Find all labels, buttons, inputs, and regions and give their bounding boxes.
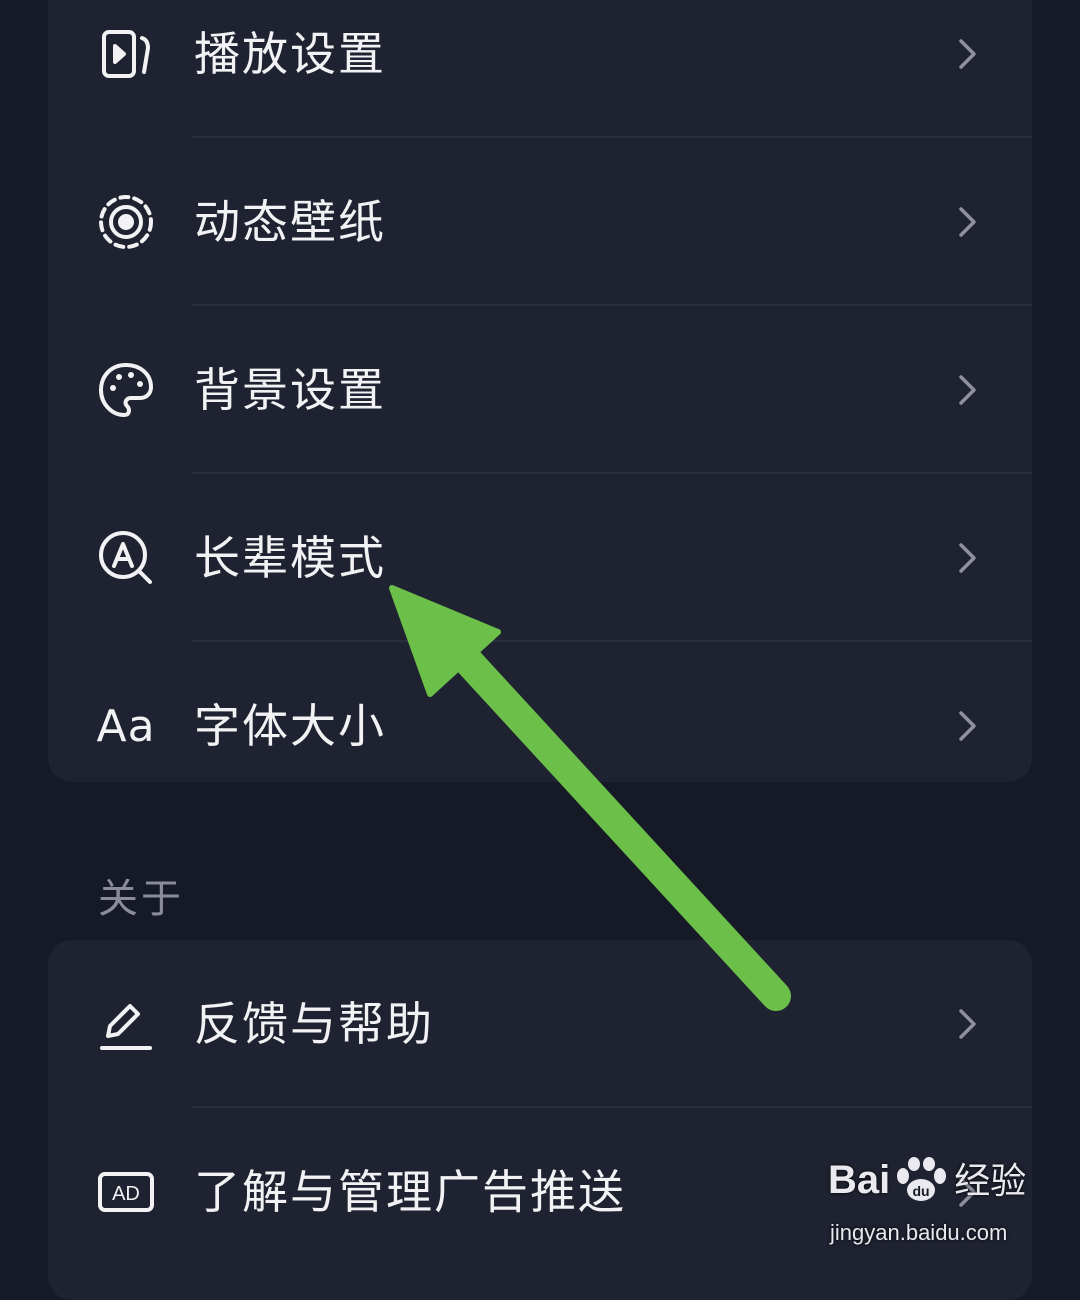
row-play-settings[interactable]: 播放设置 [48, 0, 1032, 138]
live-wallpaper-icon [94, 190, 158, 254]
settings-card: 播放设置 动态壁纸 背景设置 长辈模式 Aa 字体大小 [48, 0, 1032, 782]
row-label: 了解与管理广告推送 [194, 1165, 626, 1219]
row-label: 字体大小 [194, 699, 386, 753]
row-elder-mode[interactable]: 长辈模式 [48, 474, 1032, 642]
row-label: 播放设置 [194, 27, 386, 81]
paw-logo-icon: du [897, 1157, 946, 1201]
chevron-right-icon [950, 37, 984, 71]
row-label: 动态壁纸 [194, 195, 386, 249]
chevron-right-icon [950, 205, 984, 239]
chevron-right-icon [950, 541, 984, 575]
elder-mode-icon [94, 526, 158, 590]
play-settings-icon [94, 22, 158, 86]
ad-icon: AD [94, 1160, 158, 1224]
section-title-about: 关于 [98, 876, 184, 922]
chevron-right-icon [950, 709, 984, 743]
watermark-url: jingyan.baidu.com [830, 1220, 1008, 1245]
palette-icon [94, 358, 158, 422]
chevron-right-icon [950, 1007, 984, 1041]
row-label: 背景设置 [194, 363, 386, 417]
row-live-wallpaper[interactable]: 动态壁纸 [48, 138, 1032, 306]
edit-icon [94, 992, 158, 1056]
font-size-icon: Aa [94, 694, 158, 758]
chevron-right-icon [950, 373, 984, 407]
ad-icon-text: AD [112, 1183, 140, 1205]
row-label: 反馈与帮助 [194, 997, 434, 1051]
row-font-size[interactable]: Aa 字体大小 [48, 642, 1032, 810]
svg-text:du: du [912, 1183, 929, 1199]
row-label: 长辈模式 [194, 531, 386, 585]
row-feedback-help[interactable]: 反馈与帮助 [48, 940, 1032, 1108]
font-size-icon-text: Aa [96, 700, 156, 752]
baidu-watermark: Bai 经验 du jingyan.baidu.com [828, 1152, 1048, 1252]
row-background-settings[interactable]: 背景设置 [48, 306, 1032, 474]
